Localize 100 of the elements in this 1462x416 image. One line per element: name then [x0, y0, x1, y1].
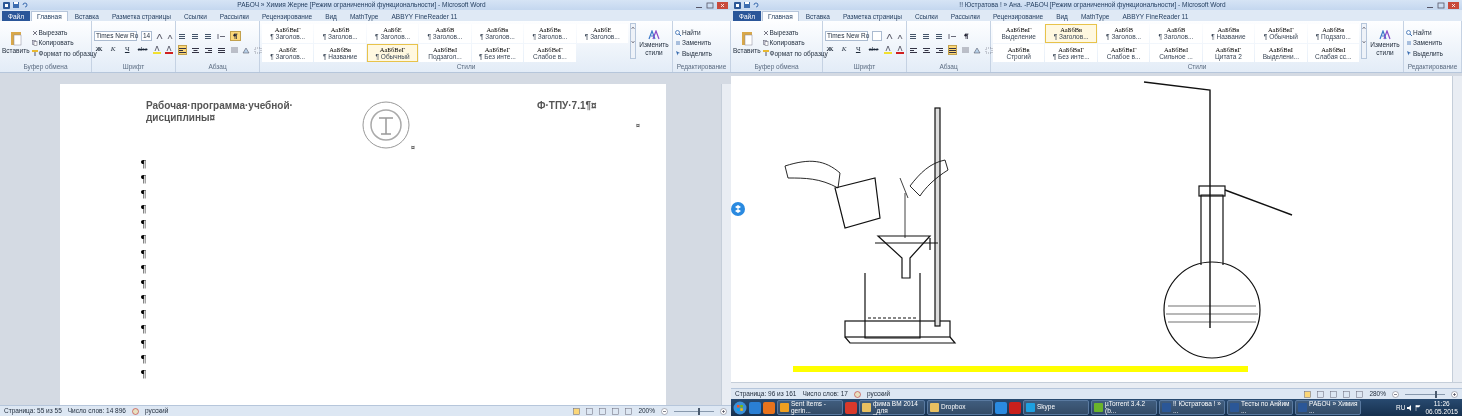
clipboard-icon [740, 31, 753, 47]
align-right-button[interactable] [204, 45, 213, 55]
numbered-list-icon[interactable] [922, 32, 931, 40]
alignment-icon [923, 47, 930, 53]
paragraph-mark: ¶ [141, 366, 147, 382]
align-right-button[interactable] [935, 45, 944, 55]
zoom-out-icon[interactable] [661, 407, 668, 415]
gallery-scroll-icon[interactable] [630, 23, 636, 59]
font-color-icon[interactable] [896, 46, 904, 54]
app-icon [734, 1, 741, 9]
close-icon[interactable] [1448, 1, 1459, 9]
paragraph-mark: ¶ [141, 201, 147, 217]
find-icon [1406, 29, 1412, 36]
paragraph-mark: ¶ [141, 156, 147, 172]
paragraph-mark: ¶ [141, 246, 147, 262]
multilevel-list-icon[interactable] [204, 32, 213, 40]
horizontal-scrollbar[interactable] [731, 382, 1462, 388]
highlight-icon[interactable] [884, 46, 892, 54]
borders-icon[interactable] [985, 46, 993, 54]
zoom-out-icon[interactable] [1392, 390, 1399, 398]
proofing-icon[interactable] [853, 390, 861, 398]
gallery-scroll-icon[interactable] [1361, 23, 1367, 59]
alignment-icon [192, 47, 199, 53]
shrink-font-icon[interactable] [167, 32, 175, 40]
grow-font-icon[interactable] [156, 32, 164, 40]
show-marks-button[interactable] [961, 31, 972, 41]
align-left-button[interactable] [909, 45, 918, 55]
align-left-button[interactable] [178, 45, 187, 55]
form-code: Ф·ТПУ·7.1¶¤ [536, 100, 597, 112]
zoom-in-icon[interactable] [720, 407, 727, 415]
alignment-icon [179, 47, 186, 53]
grow-font-icon[interactable] [886, 32, 893, 40]
maximize-icon[interactable] [1437, 1, 1445, 9]
multilevel-list-icon[interactable] [935, 32, 944, 40]
app-icon [3, 1, 10, 9]
maximize-icon[interactable] [706, 1, 714, 9]
paragraph-mark: ¶ [141, 276, 147, 292]
font-size-field[interactable] [872, 31, 882, 41]
paragraph-mark: ¶ [141, 351, 147, 367]
proofing-icon[interactable] [131, 407, 139, 415]
borders-icon[interactable] [254, 46, 262, 54]
paragraph-mark: ¶ [141, 336, 147, 352]
paragraph-mark: ¶ [141, 321, 147, 337]
highlight-icon[interactable] [153, 46, 161, 54]
university-seal-logo [361, 100, 411, 152]
bullet-list-icon[interactable] [909, 32, 918, 40]
justify-button[interactable] [948, 45, 957, 55]
taskbar-app-icon[interactable] [763, 401, 775, 414]
replace-icon [1406, 40, 1412, 46]
copy-icon [31, 40, 38, 46]
brush-icon [762, 50, 769, 57]
flag-icon[interactable] [1415, 404, 1422, 411]
shading-icon[interactable] [242, 46, 250, 54]
dropbox-icon[interactable] [731, 202, 745, 216]
paragraph-mark: ¶ [141, 291, 147, 307]
paragraph-mark: ¶ [141, 216, 147, 232]
copy-icon [762, 40, 769, 46]
vertical-scrollbar[interactable] [1452, 76, 1462, 382]
alignment-icon [218, 47, 225, 53]
paragraph-mark: ¶ [141, 186, 147, 202]
show-marks-button[interactable] [230, 31, 241, 41]
alignment-icon [949, 47, 956, 53]
undo-icon[interactable] [22, 2, 28, 8]
justify-button[interactable] [217, 45, 226, 55]
shrink-font-icon[interactable] [897, 32, 904, 40]
bullet-list-icon[interactable] [178, 32, 187, 40]
align-center-button[interactable] [191, 45, 200, 55]
align-center-button[interactable] [922, 45, 931, 55]
clipboard-icon [9, 31, 22, 47]
taskbar-app-icon[interactable] [845, 401, 857, 414]
numbered-list-icon[interactable] [191, 32, 200, 40]
pilcrow-icon [964, 33, 969, 39]
styles-icon [1379, 30, 1391, 41]
cursor-icon [1406, 50, 1412, 57]
find-icon [675, 29, 681, 36]
brush-icon [31, 50, 38, 57]
scissors-icon [762, 29, 769, 36]
vertical-scrollbar[interactable] [721, 84, 731, 405]
shading-icon[interactable] [973, 46, 981, 54]
paragraph-mark: ¶ [141, 171, 147, 187]
zoom-in-icon[interactable] [1451, 390, 1458, 398]
paragraph-mark: ¶ [141, 231, 147, 247]
paragraph-mark: ¶ [141, 261, 147, 277]
save-icon[interactable] [13, 2, 19, 8]
pilcrow-icon [233, 33, 238, 39]
undo-icon[interactable] [753, 2, 759, 8]
scissors-icon [31, 29, 38, 36]
taskbar-app-icon[interactable] [995, 401, 1007, 414]
replace-icon [675, 40, 681, 46]
alignment-icon [936, 47, 943, 53]
styles-icon [648, 30, 660, 41]
start-button[interactable] [733, 400, 747, 415]
header-title: Рабочая·программа·учебной· дисциплины¤ [146, 100, 294, 124]
alignment-icon [205, 47, 212, 53]
speaker-icon[interactable] [1407, 404, 1414, 411]
close-icon[interactable] [717, 1, 728, 9]
paragraph-mark: ¶ [141, 306, 147, 322]
alignment-icon [910, 47, 917, 53]
font-color-icon[interactable] [165, 46, 173, 54]
save-icon[interactable] [744, 2, 750, 8]
